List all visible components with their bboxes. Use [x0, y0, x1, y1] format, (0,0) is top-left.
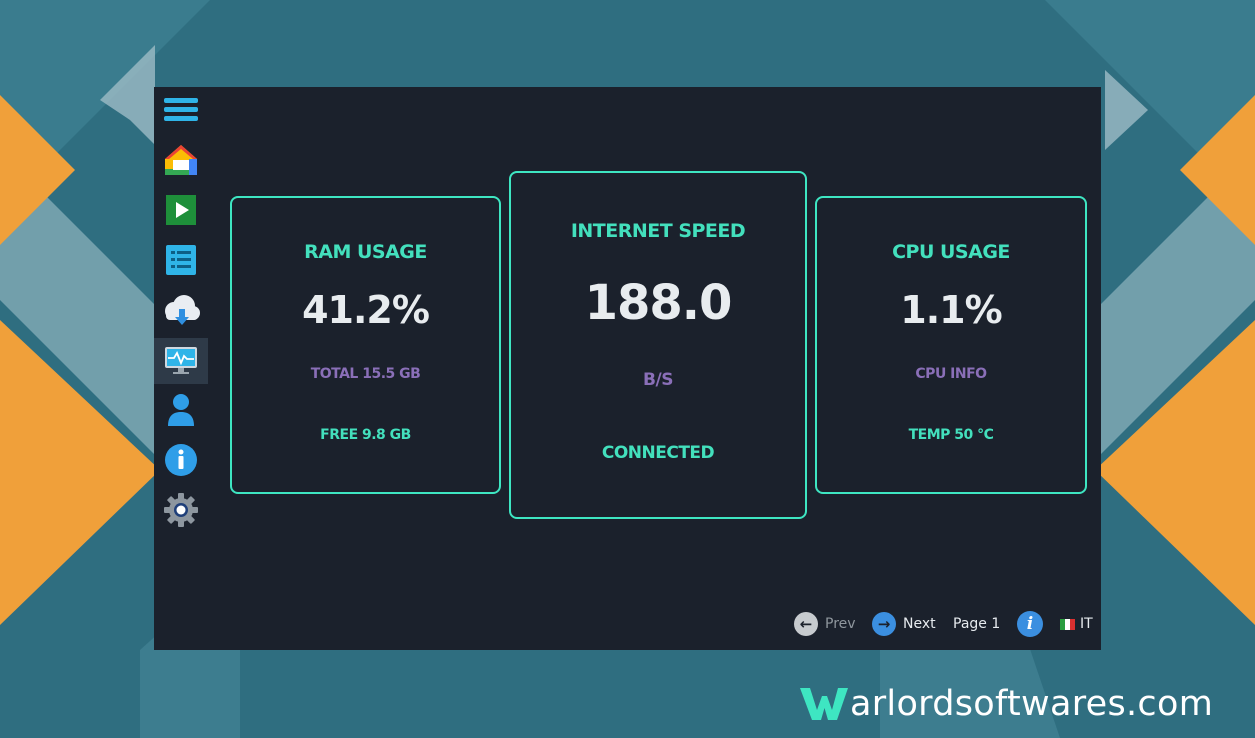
prev-button[interactable]: ← Prev — [794, 611, 856, 637]
next-button[interactable]: → Next — [872, 611, 936, 637]
list-icon — [166, 245, 196, 275]
cpu-info-link[interactable]: CPU INFO — [817, 366, 1085, 382]
monitor-button[interactable] — [154, 338, 208, 384]
arrow-right-icon: → — [872, 612, 896, 636]
gear-icon — [164, 493, 198, 527]
page-indicator: Page 1 — [953, 616, 1001, 632]
watermark: arlordsoftwares.com — [800, 682, 1213, 726]
connection-status: CONNECTED — [601, 443, 715, 463]
cpu-usage-value: 1.1% — [900, 288, 1002, 332]
ram-usage-card: RAM USAGE 41.2% TOTAL 15.5 GB FREE 9.8 G… — [230, 196, 501, 494]
arrow-left-icon: ← — [794, 612, 818, 636]
w-logo-icon — [800, 688, 848, 720]
user-button[interactable] — [154, 387, 208, 433]
cpu-usage-card: CPU USAGE 1.1% CPU INFO TEMP 50 °C — [815, 196, 1087, 494]
app-window: RAM USAGE 41.2% TOTAL 15.5 GB FREE 9.8 G… — [154, 87, 1101, 650]
prev-label: Prev — [825, 616, 856, 632]
italy-flag-icon — [1060, 618, 1075, 630]
cloud-download-button[interactable] — [154, 287, 208, 333]
watermark-text: arlordsoftwares.com — [850, 684, 1214, 724]
info-button[interactable] — [154, 437, 208, 483]
ram-free: FREE 9.8 GB — [320, 427, 411, 443]
next-label: Next — [903, 616, 936, 632]
footer-navigation: ← Prev → Next Page 1 i IT — [794, 611, 1094, 637]
home-icon — [165, 145, 197, 175]
ram-usage-title: RAM USAGE — [304, 241, 427, 263]
cloud-download-icon — [165, 295, 200, 325]
play-button[interactable] — [154, 187, 208, 233]
menu-button[interactable] — [154, 87, 208, 133]
user-icon — [168, 394, 194, 426]
settings-button[interactable] — [154, 487, 208, 533]
sidebar — [154, 87, 208, 650]
internet-speed-card: INTERNET SPEED 188.0 B/S CONNECTED — [509, 171, 807, 519]
play-icon — [166, 195, 196, 225]
internet-speed-unit: B/S — [643, 370, 673, 390]
info-footer-button[interactable]: i — [1017, 611, 1043, 637]
language-label: IT — [1080, 616, 1093, 632]
internet-speed-title: INTERNET SPEED — [570, 220, 746, 242]
internet-speed-value: 188.0 — [584, 275, 733, 331]
home-button[interactable] — [154, 137, 208, 183]
cpu-temperature: TEMP 50 °C — [908, 427, 994, 443]
info-icon — [165, 444, 197, 476]
monitor-activity-icon — [165, 347, 197, 374]
language-button[interactable]: IT — [1060, 611, 1093, 637]
list-button[interactable] — [154, 237, 208, 283]
ram-total: TOTAL 15.5 GB — [310, 366, 421, 382]
cpu-usage-title: CPU USAGE — [892, 241, 1010, 263]
ram-usage-value: 41.2% — [302, 288, 430, 332]
info-circle-icon: i — [1017, 611, 1043, 637]
hamburger-menu-icon — [164, 98, 198, 121]
